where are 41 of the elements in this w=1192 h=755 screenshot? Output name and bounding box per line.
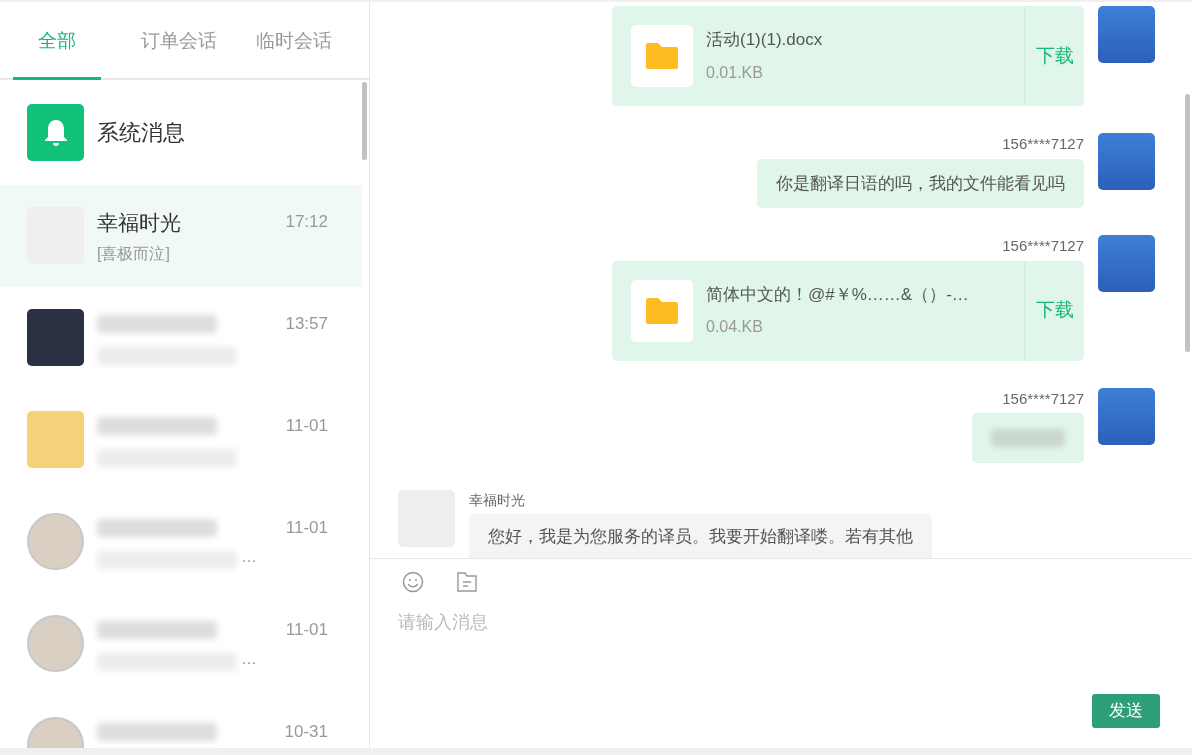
conversation-item[interactable]: 10-31	[0, 695, 362, 748]
conversation-item[interactable]: 幸福时光 17:12 [喜极而泣]	[0, 185, 362, 287]
sender-name: 156****7127	[1002, 388, 1084, 409]
conversation-item[interactable]: 13:57	[0, 287, 362, 389]
message-time: 11-01	[285, 619, 328, 641]
tab[interactable]: 订单会话	[121, 2, 236, 80]
send-button[interactable]: 发送	[1092, 694, 1160, 728]
folder-icon	[631, 25, 693, 87]
message-time: 11-01	[285, 415, 328, 437]
file-name: 活动(1)(1).docx	[706, 29, 823, 52]
sender-name: 156****7127	[1002, 134, 1084, 154]
scrollbar-thumb[interactable]	[362, 82, 367, 160]
file-name: 简体中文的！@#￥%……&（）-…	[706, 283, 969, 306]
folder-icon	[631, 279, 693, 342]
message-time: 10-31	[284, 721, 328, 743]
sender-name: 幸福时光	[469, 491, 526, 510]
file-size: 0.01.KB	[706, 62, 764, 83]
message-preview: [喜极而泣]	[97, 243, 170, 264]
download-button[interactable]: 下载	[1024, 6, 1084, 106]
bell-icon	[27, 104, 84, 161]
folder-icon[interactable]	[456, 571, 478, 593]
tab[interactable]: 临时会话	[236, 2, 351, 80]
message-time: 17:12	[285, 211, 328, 233]
message-bubble: 你是翻译日语的吗，我的文件能看见吗	[757, 158, 1084, 208]
message-time: 13:57	[285, 313, 328, 335]
conversation-item[interactable]: 11-01 …	[0, 593, 362, 695]
conversation-item[interactable]: 11-01	[0, 389, 362, 491]
message-preview: …	[241, 546, 257, 567]
message-preview: …	[241, 648, 257, 669]
message-bubble: 您好，我是为您服务的译员。我要开始翻译喽。若有其他	[469, 514, 932, 558]
download-button[interactable]: 下载	[1024, 260, 1084, 361]
message-time: 11-01	[285, 517, 328, 539]
file-size: 0.04.KB	[706, 317, 764, 338]
tab[interactable]: 全部	[13, 2, 101, 80]
sender-name: 156****7127	[1002, 236, 1084, 256]
contact-name: 幸福时光	[97, 210, 181, 236]
item-title: 系统消息	[97, 119, 185, 147]
system-messages-item[interactable]: 系统消息	[0, 80, 362, 185]
emoji-icon[interactable]	[402, 571, 424, 593]
conversation-item[interactable]: 11-01 …	[0, 491, 362, 593]
scrollbar-thumb[interactable]	[1185, 94, 1190, 352]
